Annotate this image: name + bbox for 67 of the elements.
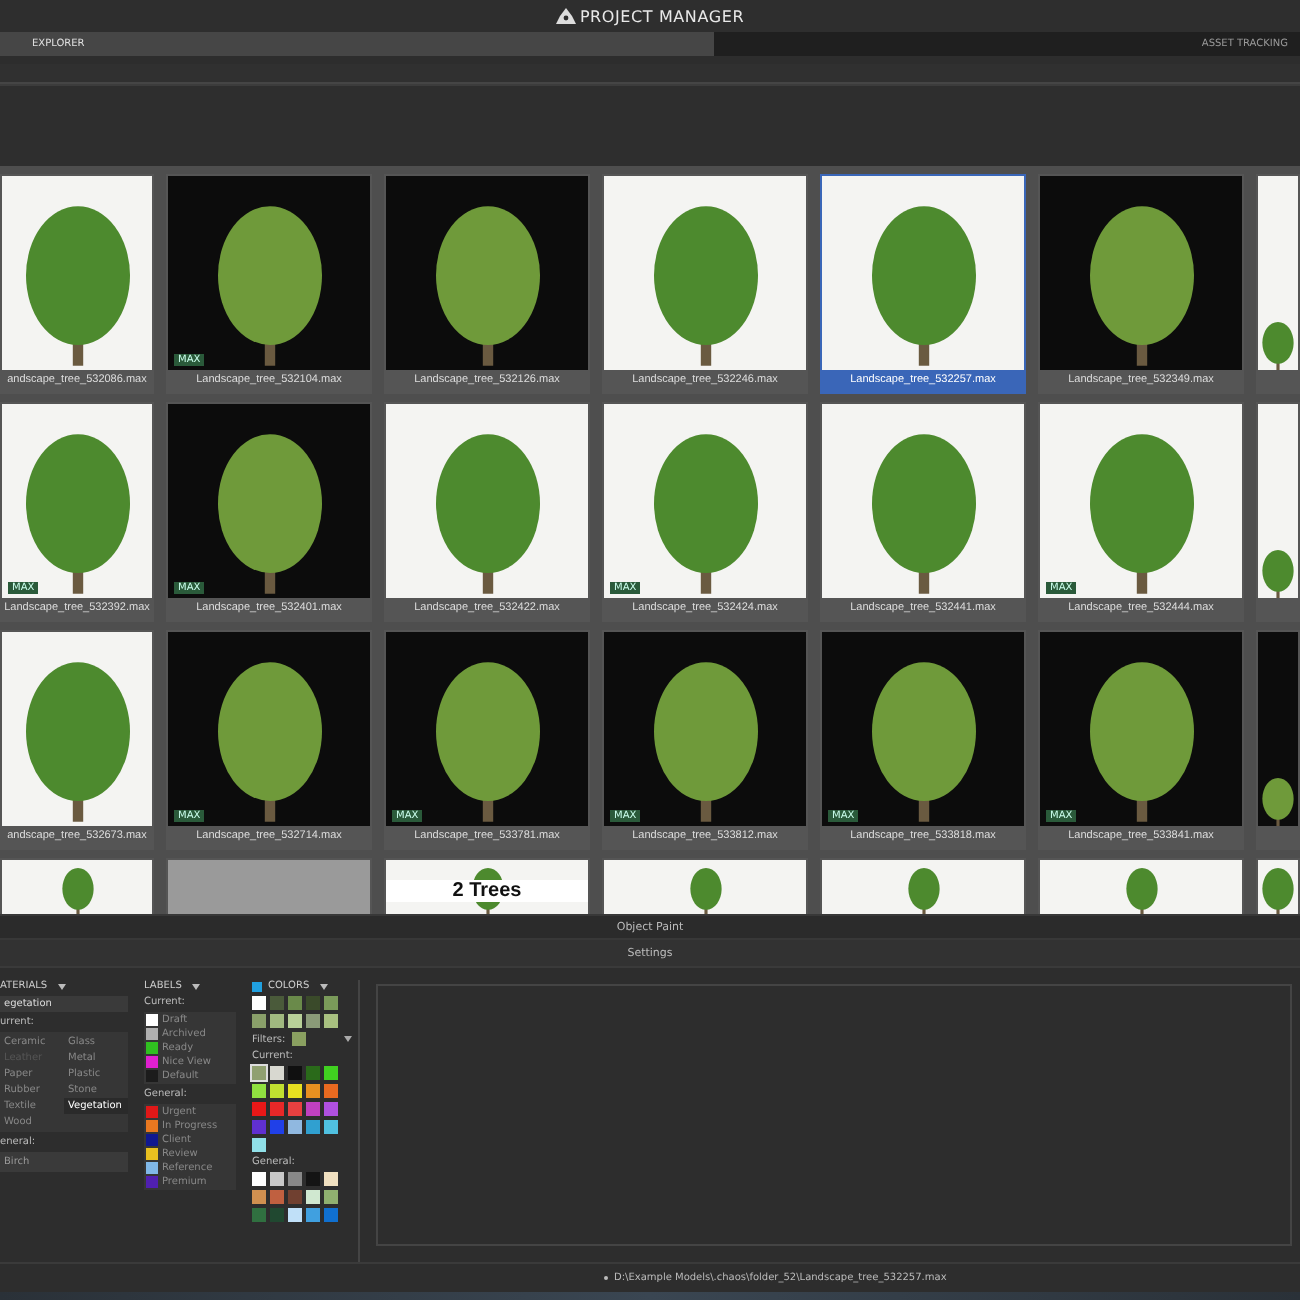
thumbnail-card[interactable] bbox=[1256, 174, 1300, 394]
color-swatch[interactable] bbox=[324, 1014, 338, 1028]
color-swatch[interactable] bbox=[324, 1208, 338, 1222]
color-swatch[interactable] bbox=[270, 1208, 284, 1222]
color-swatch[interactable] bbox=[252, 1172, 266, 1186]
color-swatch[interactable] bbox=[306, 1084, 320, 1098]
tree-drawing bbox=[907, 868, 939, 914]
color-swatch[interactable] bbox=[324, 1102, 338, 1116]
color-swatch[interactable] bbox=[270, 1172, 284, 1186]
color-swatch[interactable] bbox=[324, 1190, 338, 1204]
window-title: PROJECT MANAGER bbox=[579, 7, 745, 25]
caret-icon[interactable] bbox=[344, 1036, 352, 1042]
color-swatch[interactable] bbox=[288, 1190, 302, 1204]
tree-drawing bbox=[1125, 868, 1157, 914]
color-swatch[interactable] bbox=[270, 1014, 284, 1028]
color-swatch[interactable] bbox=[252, 1014, 266, 1028]
color-swatch[interactable] bbox=[252, 1208, 266, 1222]
caret-icon[interactable] bbox=[319, 983, 328, 989]
color-swatch[interactable] bbox=[270, 1190, 284, 1204]
color-swatch[interactable] bbox=[306, 1190, 320, 1204]
color-swatch[interactable] bbox=[306, 1208, 320, 1222]
caret-icon[interactable] bbox=[191, 983, 200, 989]
color-swatch[interactable] bbox=[306, 1172, 320, 1186]
thumbnail-card[interactable] bbox=[1256, 630, 1300, 850]
tree-drawing bbox=[689, 868, 721, 914]
logo-icon bbox=[555, 8, 576, 24]
color-swatch[interactable] bbox=[288, 1014, 302, 1028]
color-swatch[interactable] bbox=[270, 996, 284, 1010]
color-swatch[interactable] bbox=[324, 996, 338, 1010]
color-swatch[interactable] bbox=[324, 1066, 338, 1080]
color-swatch[interactable] bbox=[288, 1120, 302, 1134]
color-swatch[interactable] bbox=[270, 1120, 284, 1134]
color-swatch[interactable] bbox=[270, 1084, 284, 1098]
thumbnail-text: 2 Trees bbox=[386, 880, 588, 902]
color-swatch[interactable] bbox=[306, 1066, 320, 1080]
color-swatch[interactable] bbox=[252, 1138, 266, 1152]
color-swatch[interactable] bbox=[324, 1084, 338, 1098]
thumbnail-card[interactable]: 2 Trees bbox=[384, 858, 590, 914]
color-swatch[interactable] bbox=[306, 1102, 320, 1116]
color-swatch[interactable] bbox=[288, 1066, 302, 1080]
color-swatch[interactable] bbox=[306, 1014, 320, 1028]
color-swatch[interactable] bbox=[288, 996, 302, 1010]
color-swatch[interactable] bbox=[252, 1066, 266, 1080]
color-swatch[interactable] bbox=[288, 1208, 302, 1222]
color-swatch[interactable] bbox=[270, 1102, 284, 1116]
tree-drawing bbox=[61, 868, 93, 914]
color-swatch[interactable] bbox=[288, 1102, 302, 1116]
color-swatch[interactable] bbox=[252, 1102, 266, 1116]
color-swatch[interactable] bbox=[324, 1172, 338, 1186]
tree-drawing bbox=[1262, 868, 1294, 914]
color-swatch[interactable] bbox=[288, 1084, 302, 1098]
color-swatch[interactable] bbox=[306, 996, 320, 1010]
checkbox[interactable] bbox=[252, 981, 262, 991]
color-swatch[interactable] bbox=[324, 1120, 338, 1134]
tree-drawing bbox=[1262, 550, 1294, 598]
tree-drawing bbox=[1262, 322, 1294, 370]
filter-swatch[interactable] bbox=[291, 1032, 306, 1046]
tree-drawing bbox=[1262, 778, 1294, 826]
thumbnail-card[interactable] bbox=[1256, 402, 1300, 622]
caret-icon[interactable] bbox=[57, 983, 66, 989]
color-swatch[interactable] bbox=[270, 1066, 284, 1080]
color-swatch[interactable] bbox=[252, 1190, 266, 1204]
color-swatch[interactable] bbox=[288, 1172, 302, 1186]
color-swatch[interactable] bbox=[306, 1120, 320, 1134]
color-swatch[interactable] bbox=[252, 996, 266, 1010]
color-swatch[interactable] bbox=[252, 1084, 266, 1098]
color-swatch[interactable] bbox=[252, 1120, 266, 1134]
